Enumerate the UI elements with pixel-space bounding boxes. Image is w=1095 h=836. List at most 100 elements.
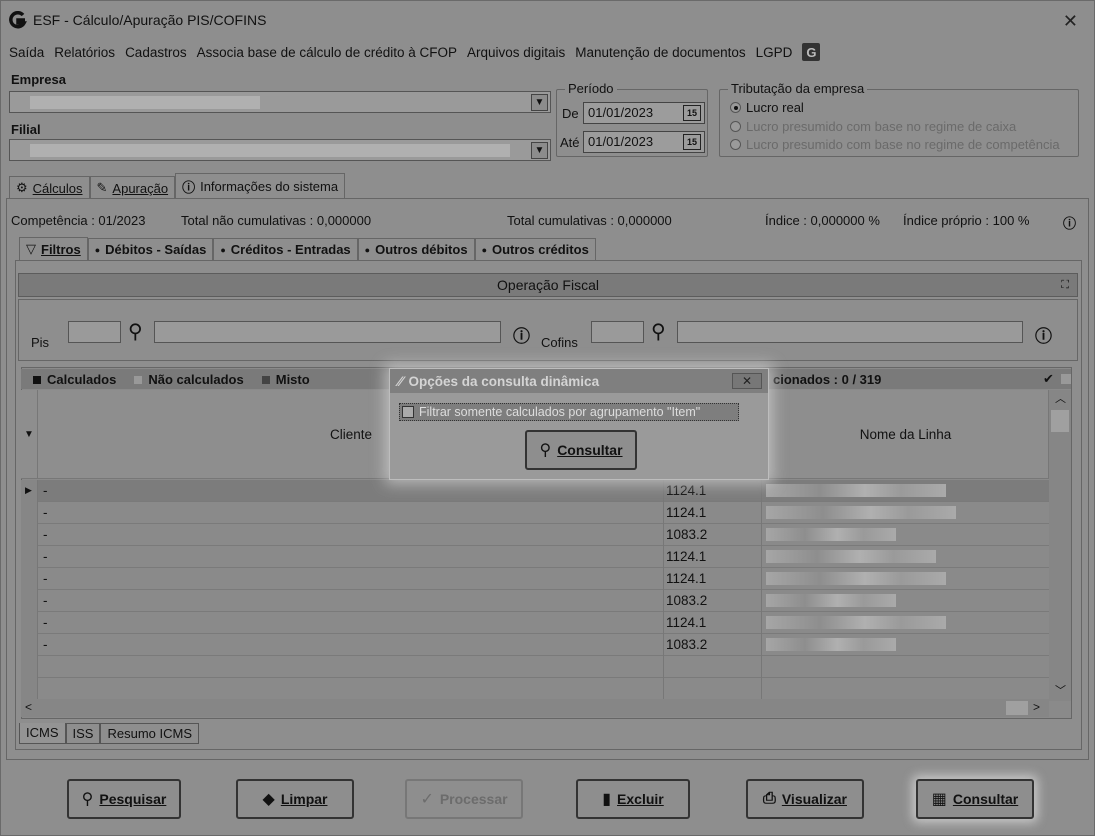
tributacao-legend: Tributação da empresa (728, 81, 868, 96)
column-header-nome-linha[interactable]: Nome da Linha (763, 390, 1049, 479)
expand-icon[interactable]: ⛶ (1061, 274, 1069, 296)
tab-outros-debitos[interactable]: ● Outros débitos (357, 238, 475, 260)
table-row[interactable]: - 1083.2 (21, 590, 1051, 612)
empresa-combo[interactable]: ▼ (9, 91, 551, 113)
scroll-down-icon[interactable]: ﹀ (1055, 682, 1066, 698)
cell-cliente: - (43, 593, 48, 608)
row-indicator[interactable]: ▶ (21, 480, 38, 502)
table-row[interactable]: ▶ - 1124.1 (21, 480, 1051, 502)
chevron-down-icon[interactable]: ▼ (531, 94, 548, 111)
pesquisar-button[interactable]: ⚲ Pesquisar (67, 779, 181, 819)
chevron-down-icon[interactable]: ▼ (531, 142, 548, 159)
table-row[interactable]: - 1124.1 (21, 502, 1051, 524)
lgpd-g-icon[interactable]: G (802, 43, 821, 61)
radio-presumido-competencia[interactable]: Lucro presumido com base no regime de co… (730, 137, 1060, 152)
scroll-thumb[interactable] (1051, 410, 1069, 432)
search-icon[interactable]: ⚲ (651, 319, 666, 344)
table-row[interactable]: - 1124.1 (21, 568, 1051, 590)
menu-saida[interactable]: Saída (9, 45, 44, 60)
tab-apuracao[interactable]: ✎ Apuração (89, 176, 176, 199)
title-bar: ESF - Cálculo/Apuração PIS/COFINS ✕ (1, 1, 1094, 39)
processar-button[interactable]: ✓ Processar (405, 779, 523, 819)
cell-cliente: - (43, 549, 48, 564)
table-row[interactable]: - 1083.2 (21, 524, 1051, 546)
tab-filtros[interactable]: ▽ Filtros (19, 237, 88, 260)
info-icon[interactable]: ⓘ (1035, 322, 1052, 347)
filial-value-redacted (30, 144, 510, 157)
hscroll-thumb[interactable] (1006, 701, 1028, 715)
dialog-close-icon[interactable]: ✕ (732, 373, 762, 389)
info-icon[interactable]: ⓘ (513, 322, 530, 347)
radio-icon[interactable] (730, 121, 741, 132)
calendar-icon[interactable]: 15 (683, 134, 701, 150)
row-indicator[interactable] (21, 568, 38, 590)
table-row[interactable]: - 1083.2 (21, 634, 1051, 656)
tab-iss[interactable]: ISS (65, 723, 101, 744)
consulta-dinamica-dialog: ⁄⁄ Opções da consulta dinâmica ✕ Filtrar… (389, 368, 769, 480)
tab-informacoes[interactable]: ⓘ Informações do sistema (175, 173, 346, 199)
pis-description-input[interactable] (154, 321, 501, 343)
menu-cadastros[interactable]: Cadastros (125, 45, 187, 60)
pis-label: Pis (31, 335, 50, 350)
row-indicator[interactable] (21, 524, 38, 546)
table-row[interactable]: - 1124.1 (21, 546, 1051, 568)
row-indicator[interactable] (21, 502, 38, 524)
radio-icon[interactable] (730, 139, 741, 150)
menu-relatorios[interactable]: Relatórios (54, 45, 115, 60)
radio-lucro-real[interactable]: Lucro real (730, 100, 804, 115)
vertical-scrollbar[interactable]: ︿ ﹀ (1049, 390, 1071, 701)
cofins-description-input[interactable] (677, 321, 1023, 343)
tab-calculos[interactable]: ⚙ Cálculos (9, 176, 90, 199)
tab-outros-creditos[interactable]: ● Outros créditos (474, 238, 596, 260)
eraser-icon: ◆ (262, 791, 275, 808)
limpar-button[interactable]: ◆ Limpar (236, 779, 354, 819)
calendar-icon[interactable]: 15 (683, 105, 701, 121)
filtrar-calculados-checkbox[interactable]: Filtrar somente calculados por agrupamen… (399, 403, 739, 421)
excluir-button[interactable]: ▮ Excluir (576, 779, 690, 819)
visualizar-button[interactable]: ⎙ Visualizar (746, 779, 864, 819)
row-indicator[interactable] (21, 634, 38, 656)
scroll-up-icon[interactable]: ︿ (1055, 390, 1066, 406)
uncheck-all-icon[interactable] (1061, 374, 1071, 384)
check-all-icon[interactable]: ✔ (1043, 371, 1054, 387)
radio-presumido-caixa[interactable]: Lucro presumido com base no regime de ca… (730, 119, 1016, 134)
cell-nome-linha-redacted (766, 572, 946, 585)
horizontal-scrollbar[interactable]: < > (21, 699, 1049, 717)
ate-date-field[interactable]: 01/01/2023 15 (583, 131, 705, 153)
tab-creditos-entradas[interactable]: ● Créditos - Entradas (213, 238, 358, 260)
selected-count: cionados : 0 / 319 (773, 371, 882, 387)
checkbox-icon[interactable] (402, 406, 414, 418)
menu-associa-base[interactable]: Associa base de cálculo de crédito à CFO… (197, 45, 457, 60)
de-label: De (562, 106, 579, 121)
menu-manutencao-documentos[interactable]: Manutenção de documentos (575, 45, 745, 60)
scroll-left-icon[interactable]: < (25, 700, 32, 714)
close-icon[interactable]: ✕ (1063, 11, 1078, 32)
window-title: ESF - Cálculo/Apuração PIS/COFINS (33, 12, 267, 28)
pis-code-input[interactable] (68, 321, 121, 343)
search-icon[interactable]: ⚲ (128, 319, 143, 344)
dialog-consultar-button[interactable]: ⚲ Consultar (525, 430, 637, 470)
menu-arquivos-digitais[interactable]: Arquivos digitais (467, 45, 565, 60)
ate-label: Até (560, 135, 580, 150)
column-sort-header[interactable]: ▼ (21, 390, 38, 479)
ate-date-value: 01/01/2023 (588, 134, 654, 149)
row-indicator[interactable] (21, 612, 38, 634)
cell-cliente: - (43, 615, 48, 630)
filial-combo[interactable]: ▼ (9, 139, 551, 161)
row-indicator[interactable] (21, 590, 38, 612)
search-icon: ⚲ (81, 791, 94, 808)
tab-informacoes-label: Informações do sistema (200, 179, 339, 194)
consultar-button[interactable]: ▦ Consultar (916, 779, 1034, 819)
row-indicator[interactable] (21, 546, 38, 568)
tab-debitos-saidas[interactable]: ● Débitos - Saídas (87, 238, 214, 260)
scroll-right-icon[interactable]: > (1033, 700, 1040, 714)
tributacao-group: Tributação da empresa Lucro real Lucro p… (719, 81, 1079, 157)
tab-resumo-icms[interactable]: Resumo ICMS (100, 723, 199, 744)
info-icon[interactable]: ⓘ (1063, 213, 1076, 232)
radio-selected-icon[interactable] (730, 102, 741, 113)
tab-icms[interactable]: ICMS (19, 723, 66, 744)
de-date-field[interactable]: 01/01/2023 15 (583, 102, 705, 124)
menu-lgpd[interactable]: LGPD (756, 45, 793, 60)
cofins-code-input[interactable] (591, 321, 644, 343)
table-row[interactable]: - 1124.1 (21, 612, 1051, 634)
